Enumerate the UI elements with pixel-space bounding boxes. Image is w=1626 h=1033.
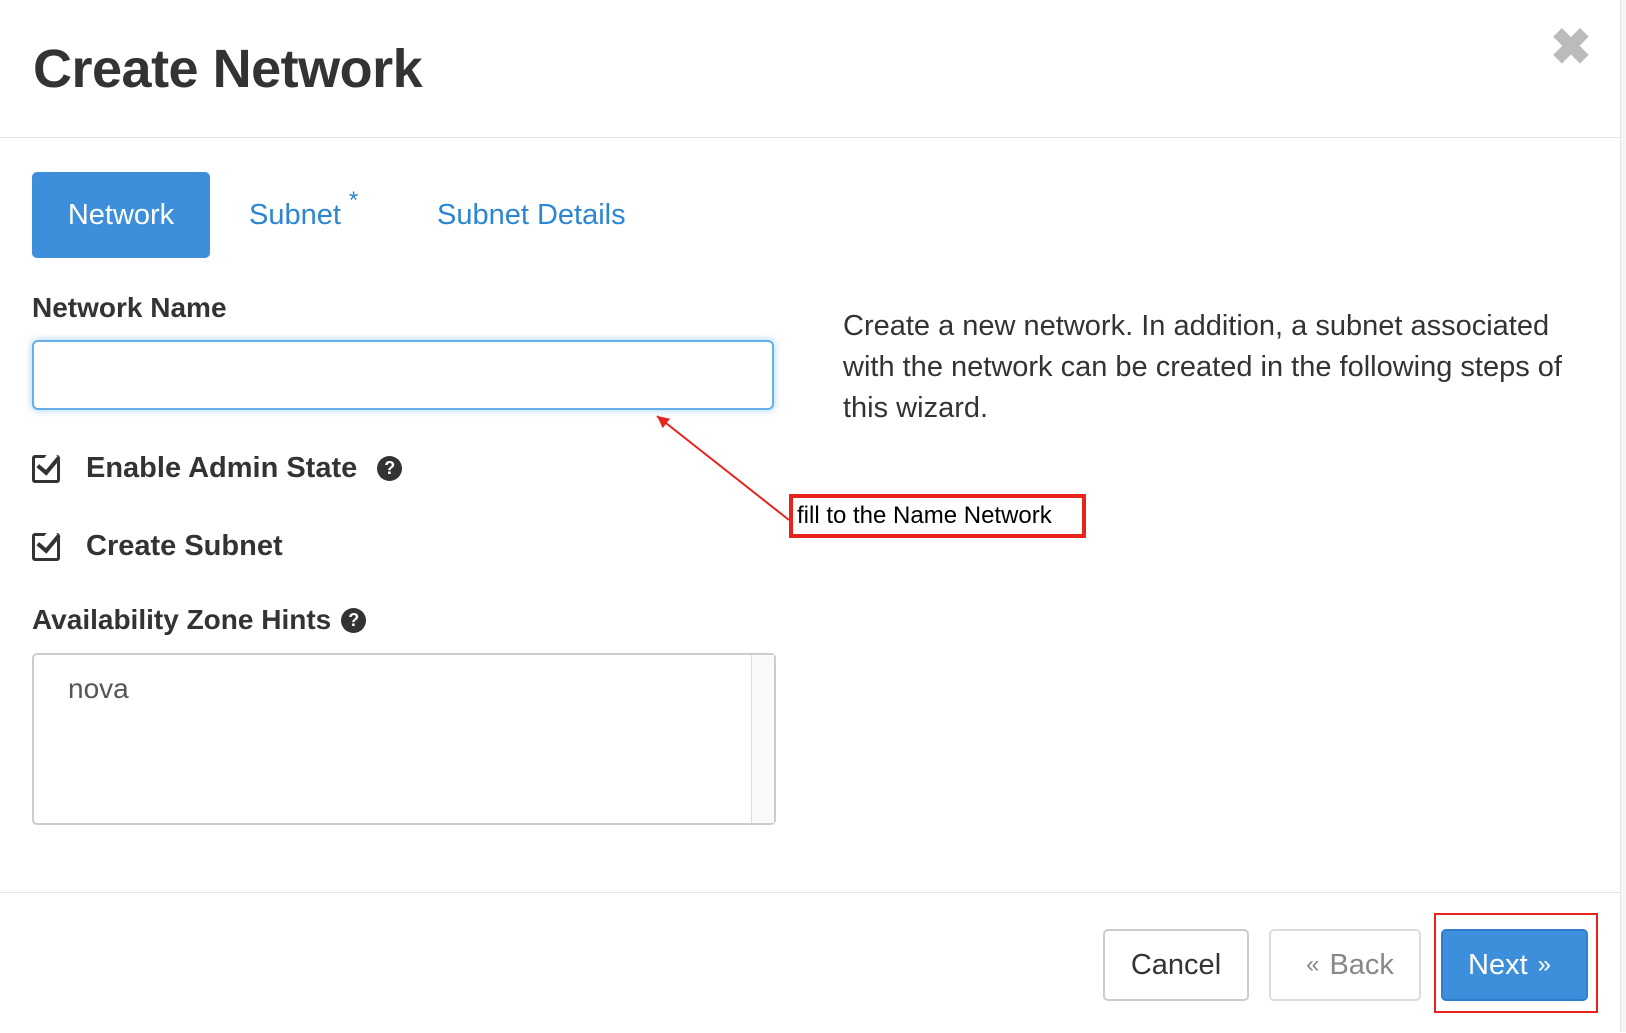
availability-zone-hints-label: Availability Zone Hints ? xyxy=(32,604,367,636)
create-network-dialog: Create Network ✖ Network Subnet * Subnet… xyxy=(0,0,1626,1032)
cancel-button[interactable]: Cancel xyxy=(1103,929,1249,1001)
next-button[interactable]: Next » xyxy=(1441,929,1588,1001)
tab-subnet[interactable]: Subnet * xyxy=(249,172,358,258)
tab-network[interactable]: Network xyxy=(32,172,210,258)
listbox-scrollbar[interactable] xyxy=(751,655,774,823)
cancel-label: Cancel xyxy=(1130,948,1222,981)
create-subnet-checkbox[interactable] xyxy=(32,532,60,561)
network-name-input[interactable] xyxy=(32,340,774,410)
tab-subnet-details-label: Subnet Details xyxy=(437,198,626,231)
window-edge xyxy=(1620,0,1626,1032)
dialog-title: Create Network xyxy=(33,39,423,99)
tab-subnet-label: Subnet xyxy=(249,198,341,231)
dialog-header: Create Network ✖ xyxy=(0,0,1620,138)
help-icon[interactable]: ? xyxy=(377,456,403,481)
help-description: Create a new network. In addition, a sub… xyxy=(843,310,1562,424)
create-subnet-label: Create Subnet xyxy=(86,530,283,562)
close-icon[interactable]: ✖ xyxy=(1550,22,1592,72)
next-label: Next xyxy=(1468,948,1528,981)
create-subnet-row: Create Subnet xyxy=(32,530,283,563)
network-name-label: Network Name xyxy=(32,292,227,323)
enable-admin-state-checkbox[interactable] xyxy=(32,454,60,483)
required-asterisk: * xyxy=(348,187,359,214)
back-chevron-icon: « xyxy=(1306,951,1320,978)
tab-subnet-details[interactable]: Subnet Details xyxy=(437,172,626,258)
help-icon[interactable]: ? xyxy=(341,607,367,633)
back-label: Back xyxy=(1329,948,1394,981)
enable-admin-state-label: Enable Admin State xyxy=(86,452,358,484)
next-chevron-icon: » xyxy=(1537,951,1551,978)
listbox-option[interactable]: nova xyxy=(68,673,129,705)
availability-zone-hints-text: Availability Zone Hints xyxy=(32,604,332,635)
annotation-text: fill to the Name Network xyxy=(797,502,1052,529)
back-button[interactable]: « Back xyxy=(1269,929,1421,1001)
availability-zone-listbox[interactable]: nova xyxy=(32,653,776,825)
tab-network-label: Network xyxy=(67,198,175,231)
enable-admin-state-row: Enable Admin State ? xyxy=(32,452,403,485)
annotation-callout: fill to the Name Network xyxy=(789,494,1086,538)
